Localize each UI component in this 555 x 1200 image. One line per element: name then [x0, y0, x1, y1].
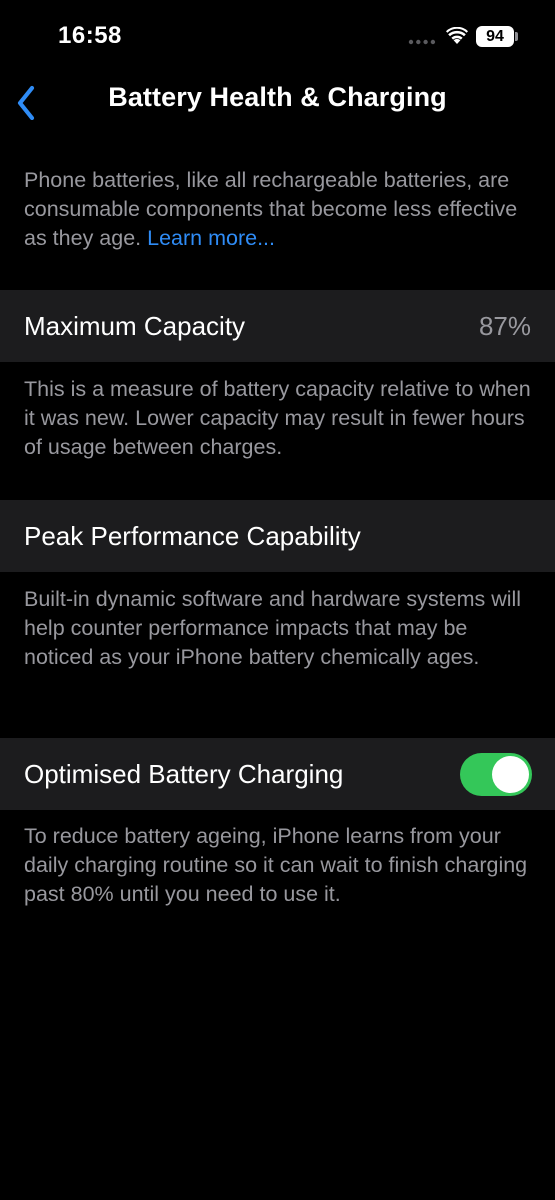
maximum-capacity-value: 87% [478, 311, 531, 341]
status-time: 16:58 [58, 22, 122, 49]
navigation-bar: Battery Health & Charging [0, 70, 555, 130]
intro-description: Phone batteries, like all rechargeable b… [24, 166, 534, 253]
optimised-charging-toggle[interactable] [460, 753, 532, 796]
learn-more-link[interactable]: Learn more... [147, 226, 275, 250]
optimised-charging-label: Optimised Battery Charging [24, 759, 344, 789]
maximum-capacity-cell: Maximum Capacity 87% [0, 290, 555, 362]
battery-tip [515, 32, 518, 41]
maximum-capacity-footer: This is a measure of battery capacity re… [24, 377, 531, 459]
peak-performance-footer: Built-in dynamic software and hardware s… [24, 587, 522, 669]
signal-icon [408, 39, 436, 45]
page-title: Battery Health & Charging [108, 82, 447, 112]
peak-performance-cell: Peak Performance Capability [0, 500, 555, 572]
wifi-icon [446, 27, 468, 44]
maximum-capacity-label: Maximum Capacity [24, 311, 246, 341]
optimised-charging-cell: Optimised Battery Charging [0, 738, 555, 810]
optimised-charging-footer: To reduce battery ageing, iPhone learns … [24, 824, 528, 906]
status-bar: 16:58 94 [0, 0, 555, 70]
battery-icon: 94 [476, 26, 514, 47]
peak-performance-label: Peak Performance Capability [24, 521, 361, 551]
toggle-knob [492, 756, 529, 793]
